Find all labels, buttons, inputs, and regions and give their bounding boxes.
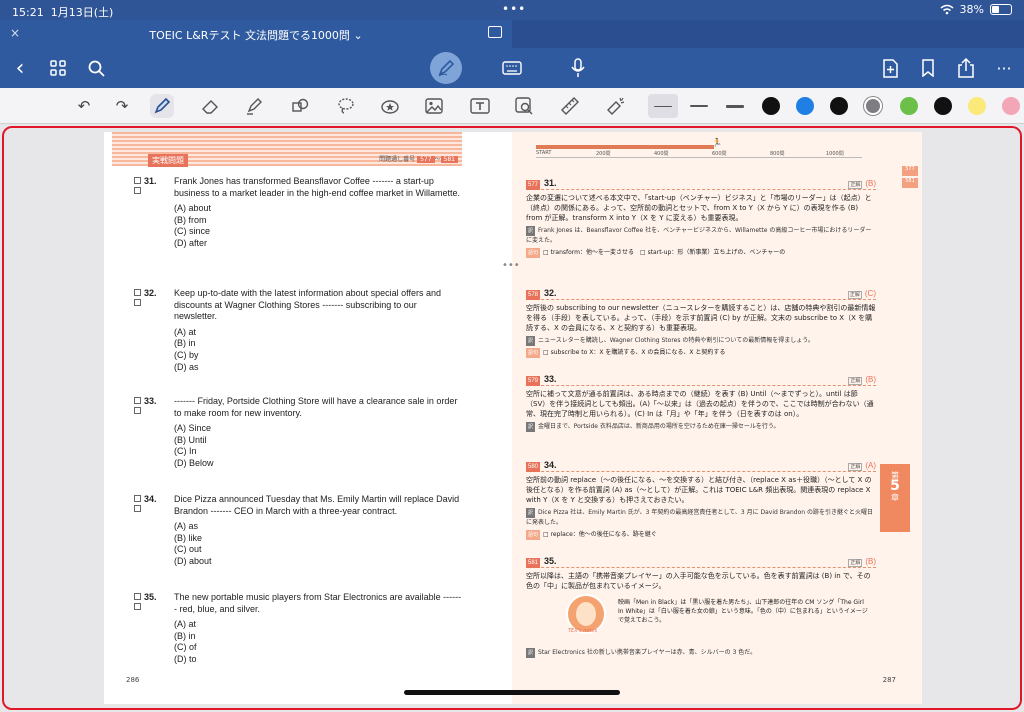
chevron-down-icon: ⌄ [353, 29, 363, 42]
split-view-icon[interactable] [488, 26, 502, 38]
avatar-label: TEX's notes [568, 628, 598, 634]
checkbox[interactable] [134, 593, 141, 600]
progress-tracker: START 200問 400問 600問 800問 1000問 🏃 [536, 132, 862, 158]
eraser-icon[interactable] [198, 94, 222, 118]
bookmark-icon[interactable] [916, 56, 940, 80]
keyboard-icon[interactable] [500, 56, 524, 80]
answer-no-range: 問題通し番号 577 ～ 581 [379, 154, 458, 163]
question-35: 35. The new portable music players from … [134, 592, 462, 666]
undo-icon[interactable]: ↶ [72, 94, 96, 118]
battery-percent: 38% [959, 3, 984, 16]
redo-icon[interactable]: ↷ [110, 94, 134, 118]
laser-pointer-icon[interactable] [604, 94, 628, 118]
image-icon[interactable] [422, 94, 446, 118]
microphone-icon[interactable] [566, 56, 590, 80]
progress-tick: 400問 [654, 151, 669, 157]
share-icon[interactable] [954, 56, 978, 80]
grid-view-icon[interactable] [46, 56, 70, 80]
question-32: 32. Keep up-to-date with the latest info… [134, 288, 462, 373]
chapter-tab[interactable]: 第5章 [880, 464, 910, 532]
drawing-toolbar: ↶ ↷ [0, 88, 1024, 124]
answer-35-translation: 訳 Star Electronics 社の新しい携帯音楽プレイヤーは赤、青、シルバ… [526, 646, 876, 659]
page-fold-dots-icon[interactable]: ••• [502, 260, 520, 271]
answer-34: 580 34. 正解 (A) 空所前の動詞 replace（～の後任になる、～を交換す… [526, 460, 876, 541]
color-swatch-black-3[interactable] [934, 97, 952, 115]
progress-tick: 1000問 [826, 151, 844, 157]
add-page-icon[interactable] [878, 56, 902, 80]
search-icon[interactable] [84, 56, 108, 80]
ruler-icon[interactable] [558, 94, 582, 118]
color-swatch-blue[interactable] [796, 97, 814, 115]
page-286[interactable]: 実戦問題 問題通し番号 577 ～ 581 31. Frank Jones has … [104, 132, 512, 704]
progress-bar [536, 145, 714, 149]
pen-tool-icon[interactable] [150, 94, 174, 118]
checkbox[interactable] [134, 187, 141, 194]
multitask-dots-icon[interactable]: ••• [502, 2, 526, 16]
checkbox[interactable] [134, 397, 141, 404]
status-time: 15:21 1月13日(土) [12, 6, 114, 19]
tab-strip: × TOEIC L&Rテスト 文法問題でる1000問 ⌄ [0, 20, 1024, 48]
section-label: 実戦問題 [148, 154, 188, 167]
document-title[interactable]: TOEIC L&Rテスト 文法問題でる1000問 ⌄ [0, 27, 512, 43]
side-tab-end: 581 [902, 178, 918, 188]
answer-35: 581 35. 正解 (B) 空所以降は、主語の「携帯音楽プレイヤー」の入手可能な色を… [526, 556, 876, 591]
color-swatch-pink[interactable] [1002, 97, 1020, 115]
checkbox[interactable] [134, 289, 141, 296]
answer-31: 577 31. 正解 (B) 企業の変遷について述べる本文中で、「start-up（ベ… [526, 178, 876, 259]
document-canvas[interactable]: 実戦問題 問題通し番号 577 ～ 581 31. Frank Jones has … [0, 124, 1024, 712]
page-number-left: 286 [126, 676, 140, 684]
side-tab-start: 577 [902, 166, 918, 176]
question-31: 31. Frank Jones has transformed Beansfla… [134, 176, 462, 250]
checkbox[interactable] [134, 407, 141, 414]
answer-33: 579 33. 正解 (B) 空所に補って文意が通る前置詞は、ある時点までの（継続）を… [526, 374, 876, 432]
highlighter-icon[interactable] [242, 94, 266, 118]
color-swatch-green[interactable] [900, 97, 918, 115]
more-options-icon[interactable]: ··· [992, 56, 1016, 80]
page-287[interactable]: START 200問 400問 600問 800問 1000問 🏃 577 58… [512, 132, 922, 704]
checkbox[interactable] [134, 505, 141, 512]
checkbox[interactable] [134, 177, 141, 184]
question-34: 34. Dice Pizza announced Tuesday that Ms… [134, 494, 462, 568]
back-button[interactable]: ‹ [8, 56, 32, 81]
line-width-thin[interactable] [648, 94, 678, 118]
checkbox[interactable] [134, 495, 141, 502]
battery-icon [990, 4, 1012, 15]
question-33: 33. ------- Friday, Portside Clothing St… [134, 396, 462, 470]
lasso-icon[interactable] [334, 94, 358, 118]
progress-start: START [536, 150, 552, 156]
answer-32: 578 32. 正解 (C) 空所後の subscribing to our news… [526, 288, 876, 359]
progress-tick: 200問 [596, 151, 611, 157]
color-swatch-black-2[interactable] [830, 97, 848, 115]
wifi-icon [940, 4, 954, 15]
elements-icon[interactable] [378, 94, 402, 118]
text-box-icon[interactable] [468, 94, 492, 118]
runner-icon: 🏃 [712, 138, 722, 147]
tex-notes: TEX's notes 映画「Men in Black」は「黒い服を着た男たち」… [526, 594, 868, 638]
progress-tick: 600問 [712, 151, 727, 157]
color-swatch-black[interactable] [762, 97, 780, 115]
color-swatch-gray-selected[interactable] [864, 97, 882, 115]
status-right: 38% [940, 3, 1012, 16]
status-bar: 15:21 1月13日(土) ••• 38% [0, 0, 1024, 20]
document-tab[interactable]: × TOEIC L&Rテスト 文法問題でる1000問 ⌄ [0, 20, 512, 48]
progress-tick: 800問 [770, 151, 785, 157]
home-indicator[interactable] [404, 690, 620, 695]
handwriting-mode-button[interactable] [430, 52, 462, 84]
checkbox[interactable] [134, 299, 141, 306]
checkbox[interactable] [134, 603, 141, 610]
color-swatch-yellow[interactable] [968, 97, 986, 115]
page-number-right: 287 [882, 676, 896, 684]
line-width-thick[interactable] [720, 94, 750, 118]
nav-bar: ‹ ··· [0, 48, 1024, 88]
note-text: 映画「Men in Black」は「黒い服を着た男たち」、山下達郎の往年の CM… [618, 599, 868, 624]
shapes-icon[interactable] [288, 94, 312, 118]
image-search-icon[interactable] [512, 94, 536, 118]
line-width-medium[interactable] [684, 94, 714, 118]
section-header: 実戦問題 問題通し番号 577 ～ 581 [112, 132, 462, 167]
